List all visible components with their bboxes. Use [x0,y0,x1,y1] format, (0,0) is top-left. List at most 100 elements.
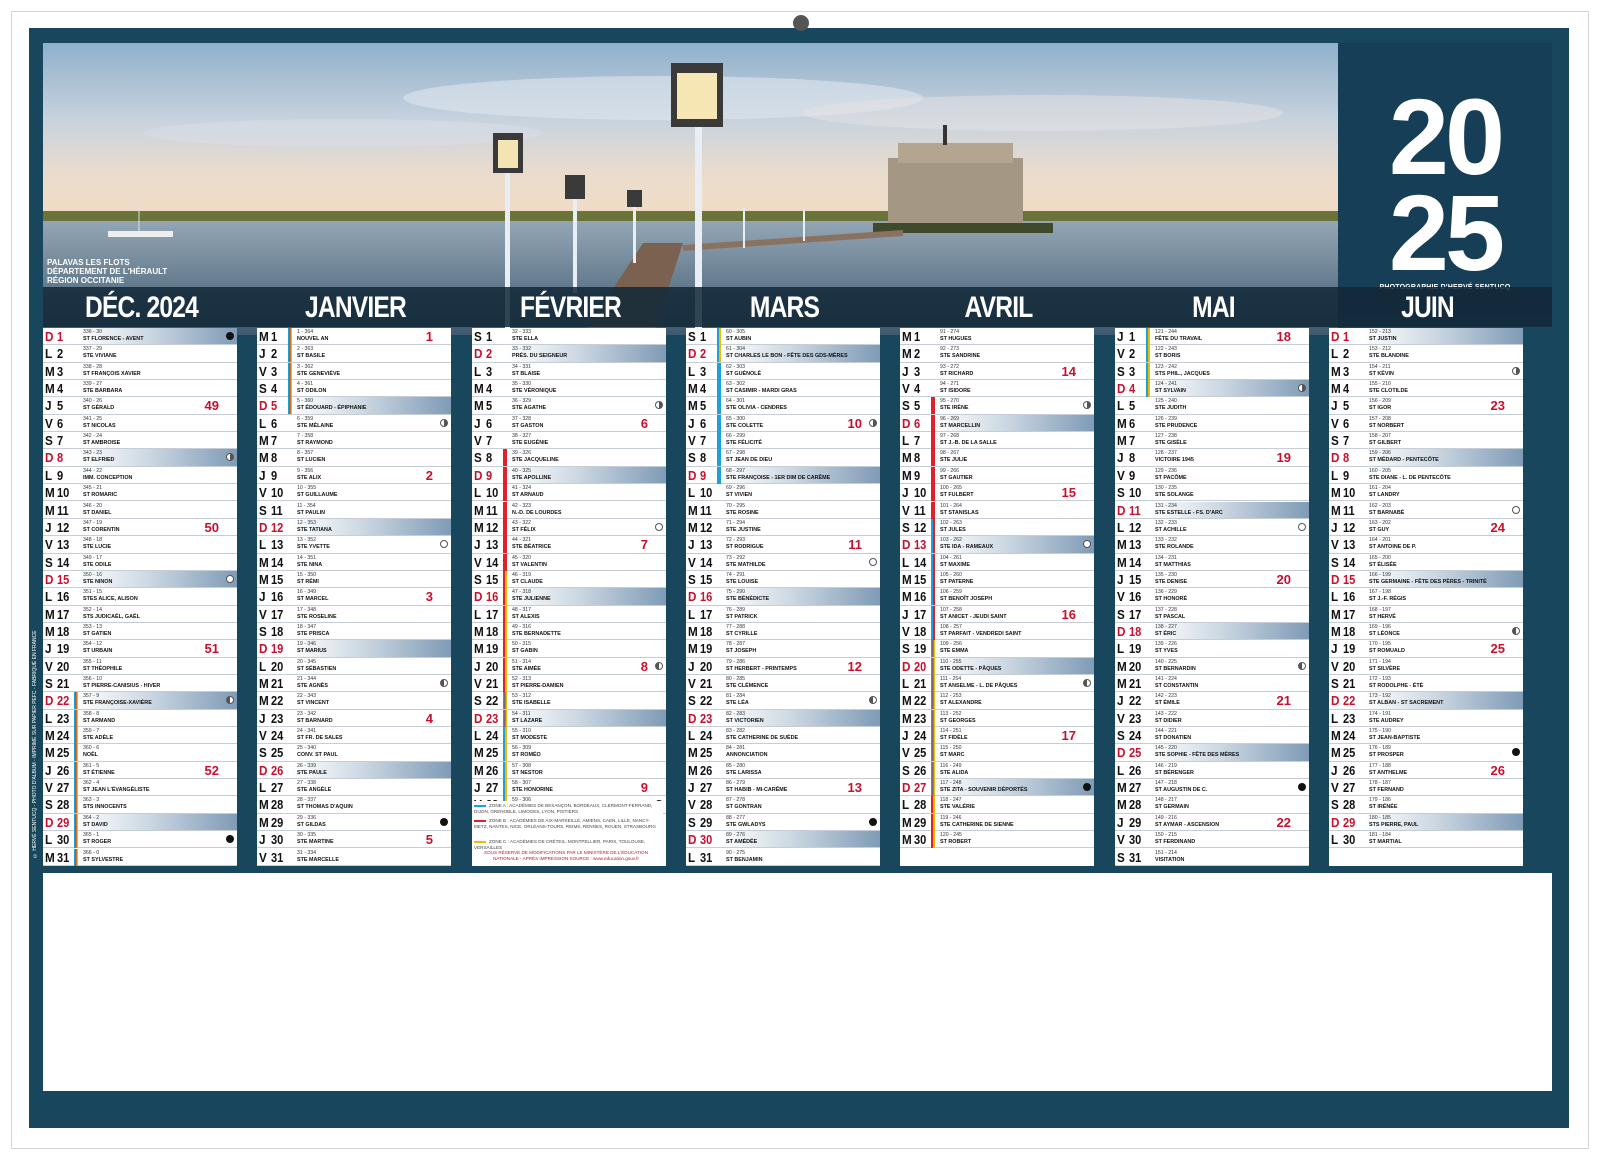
school-holiday-strip [931,640,935,658]
day-ordinal: 64 - 301 [726,398,746,405]
day-row: V 21 80 - 285 STE CLÉMENCE [686,675,880,693]
day-number: 5 [1129,398,1136,414]
day-row: V 13 164 - 201 ST ANTOINE DE P. [1329,536,1523,554]
month-title: MARS [749,291,820,324]
day-number: 21 [1343,676,1356,691]
day-letter: M [688,519,698,535]
day-row: D 18 138 - 227 ST ÉRIC [1115,622,1309,641]
day-letter: M [1117,676,1127,691]
day-row: J 6 37 - 328 ST GASTON 6 [472,415,666,433]
day-row: M 26 85 - 280 STE LARISSA [686,762,880,780]
day-number: 18 [271,623,284,639]
saint-name: STE LOUISE [726,578,759,585]
day-number: 30 [914,832,927,848]
day-letter: D [259,519,268,535]
day-row: J 26 361 - 5 ST ÉTIENNE 52 [43,761,237,780]
day-letter: M [1117,780,1127,796]
saint-name: ST PROSPER [1369,752,1404,759]
saint-name: STE IDA - RAMEAUX [940,544,994,551]
saint-name: ST BARNARD [297,717,333,724]
school-holiday-strip [717,362,721,380]
day-number: 30 [700,832,713,848]
moon-phase-icon [655,661,663,670]
day-row: S 8 67 - 298 ST JEAN DE DIEU [686,449,880,467]
saint-name: ST SYLVAIN [1155,388,1186,395]
day-ordinal: 79 - 286 [726,658,746,665]
day-ordinal: 130 - 235 [1155,485,1177,492]
saint-name: STE SANDRINE [940,353,981,360]
day-number: 16 [1129,589,1142,605]
day-row: L 5 125 - 240 STE JUDITH [1115,397,1309,415]
day-ordinal: 356 - 10 [83,676,103,682]
day-letter: V [45,415,53,431]
day-row: M 25 176 - 189 ST PROSPER [1329,744,1523,762]
day-row: M 11 42 - 323 N.-D. DE LOURDES [472,501,666,519]
day-number: 25 [271,745,284,761]
day-ordinal: 15 - 350 [297,571,317,578]
day-row: M 4 63 - 302 ST CASIMIR - MARDI GRAS [686,380,880,398]
day-number: 19 [57,641,70,657]
saint-name: ST ARNAUD [512,492,544,499]
day-letter: S [474,693,482,709]
day-letter: L [45,710,53,726]
day-letter: M [259,814,269,830]
day-number: 8 [1343,450,1350,466]
day-row: S 12 102 - 263 ST JULES [900,518,1094,537]
day-number: 19 [1129,641,1142,657]
day-number: 28 [914,797,927,813]
day-ordinal: 93 - 272 [940,363,960,370]
day-number: 2 [1343,346,1350,362]
day-letter: M [45,745,55,761]
day-ordinal: 108 - 257 [940,623,962,630]
day-ordinal: 364 - 2 [83,814,100,821]
day-letter: J [259,710,266,726]
day-row: M7 7 - 358 ST RAYMOND [257,432,451,450]
day-ordinal: 155 - 210 [1369,381,1391,388]
saint-name: STE CATHERINE DE SIENNE [940,821,1014,828]
day-row: J 19 354 - 12 ST URBAIN 51 [43,640,237,658]
day-letter: D [1117,745,1126,761]
day-number: 25 [1343,745,1356,761]
day-row: J 27 58 - 307 STE HONORINE 9 [472,779,666,797]
saint-name: ST BORIS [1155,353,1181,360]
day-number: 3 [57,363,64,379]
day-letter: M [474,398,484,414]
moon-phase-icon [1298,661,1306,670]
day-row: M 11 70 - 295 STE ROSINE [686,502,880,519]
day-ordinal: 143 - 222 [1155,710,1177,717]
saint-name: ST BÉRENGER [1155,769,1194,776]
day-row: M 25 84 - 281 ANNONCIATION [686,744,880,762]
week-number: 24 [1490,519,1505,535]
day-ordinal: 29 - 336 [297,814,317,821]
saint-name: STE ADÈLE [83,735,114,742]
day-letter: D [1117,502,1126,518]
day-ordinal: 119 - 246 [940,814,962,821]
day-letter: S [45,676,53,691]
day-row: J9 9 - 356 STE ALIX 2 [257,467,451,485]
day-number: 4 [271,381,278,397]
day-letter: M [902,814,912,830]
day-row: J 19 170 - 195 ST ROMUALD 25 [1329,640,1523,658]
saint-name: ST GUY [1369,526,1390,533]
saint-name: STE IRÈNE [940,405,969,412]
day-ordinal: 105 - 260 [940,571,962,578]
day-number: 28 [1129,797,1142,813]
saint-name: ST ANSELME - L. DE PÂQUES [940,683,1018,689]
day-ordinal: 343 - 23 [83,450,103,457]
saint-name: ST DAVID [83,821,108,828]
day-ordinal: 116 - 249 [940,762,962,769]
day-row: L 9 344 - 22 IMM. CONCEPTION [43,467,237,485]
caption-line: RÉGION OCCITANIE [47,276,125,285]
saint-name: STE ROLANDE [1155,544,1194,551]
day-letter: S [1117,363,1125,379]
day-ordinal: 170 - 195 [1369,641,1391,648]
school-holiday-strip [74,744,78,762]
day-letter: V [1117,346,1125,362]
day-ordinal: 68 - 297 [726,467,746,474]
day-ordinal: 338 - 28 [83,363,103,370]
day-row: V 13 348 - 18 STE LUCIE [43,536,237,554]
saint-name: STES ALICE, ALISON [83,596,138,603]
day-row: J 24 114 - 251 ST FIDÈLE 17 [900,727,1094,745]
day-number: 16 [486,589,499,605]
saint-name: ST HERVÉ [1369,613,1396,620]
